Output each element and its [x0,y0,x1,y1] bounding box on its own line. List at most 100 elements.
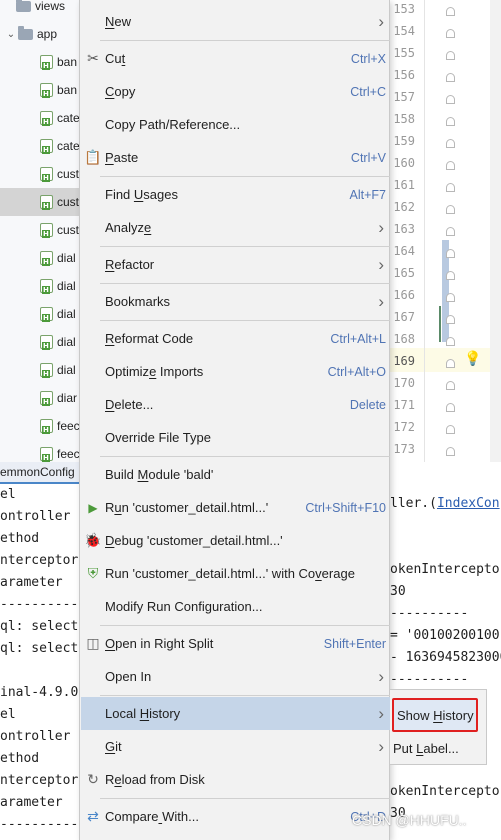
fold-marker-icon[interactable] [446,139,455,148]
tree-item[interactable]: dial [0,272,80,300]
fold-marker-icon[interactable] [446,381,455,390]
console-line: nterceptor [0,773,79,788]
clipboard-icon: 📋 [84,149,102,165]
tree-item[interactable]: views [0,0,80,20]
tree-item[interactable]: cate [0,104,80,132]
put-label-label: Put Label... [393,741,459,756]
console-line: arameter [0,575,63,590]
line-number: 160 [393,156,415,170]
console-line: ---------- [390,672,469,687]
fold-marker-icon[interactable] [446,183,455,192]
fold-marker-icon[interactable] [446,205,455,214]
fold-marker-icon[interactable] [446,447,455,456]
menu-item-copy[interactable]: Copy Ctrl+C [81,75,390,108]
tree-item[interactable]: ban [0,48,80,76]
fold-marker-icon[interactable] [446,271,455,280]
menu-item-open-in-right-split[interactable]: ◫ Open in Right Split Shift+Enter [81,627,390,660]
fold-marker-icon[interactable] [446,95,455,104]
tree-item[interactable]: cate [0,132,80,160]
tree-item[interactable]: dial [0,328,80,356]
fold-marker-icon[interactable] [446,117,455,126]
tree-item[interactable]: dial [0,356,80,384]
menu-item-find-usages[interactable]: Find Usages Alt+F7 [81,178,390,211]
tree-item[interactable]: dial [0,300,80,328]
fold-marker-icon[interactable] [446,29,455,38]
menu-item-label: Cut [105,51,126,66]
tree-item[interactable]: cust [0,188,80,216]
menu-item-reformat-code[interactable]: Reformat Code Ctrl+Alt+L [81,322,390,355]
menu-item-modify-run-configuration[interactable]: Modify Run Configuration... [81,590,390,623]
menu-item-git[interactable]: Git › [81,730,390,763]
menu-item-run-customer-detail-html-with-coverage[interactable]: ⛨ Run 'customer_detail.html...' with Cove… [81,557,390,590]
menu-item-refactor[interactable]: Refactor › [81,248,390,281]
menu-item-optimize-imports[interactable]: Optimize Imports Ctrl+Alt+O [81,355,390,388]
fold-marker-icon[interactable] [446,403,455,412]
debug-icon: 🐞 [84,532,102,548]
menu-item-compare-with[interactable]: ⇄ Compare With... Ctrl+D [81,800,390,833]
console-link[interactable]: IndexCon [437,496,500,511]
tree-item[interactable]: cust [0,216,80,244]
menu-item-analyze[interactable]: Analyze › [81,211,390,244]
fold-marker-icon[interactable] [446,425,455,434]
menu-item-reload-from-disk[interactable]: ↻ Reload from Disk [81,763,390,796]
menu-item-shortcut: Ctrl+Alt+O [327,364,386,379]
tree-item-label: diar [57,391,78,405]
menu-item-shortcut: Ctrl+C [350,84,386,99]
menu-item-override-file-type[interactable]: Override File Type [81,421,390,454]
console-line: ethod [0,531,40,546]
menu-item-cut[interactable]: ✂ Cut Ctrl+X [81,42,390,75]
menu-item-delete[interactable]: Delete... Delete [81,388,390,421]
menu-item-shortcut: Shift+Enter [323,636,386,651]
fold-marker-icon[interactable] [446,293,455,302]
compare-icon: ⇄ [87,808,99,824]
chevron-down-icon[interactable]: ⌄ [6,29,16,40]
tree-item[interactable]: ban [0,76,80,104]
html-file-icon [40,307,53,322]
menu-item-bookmarks[interactable]: Bookmarks › [81,285,390,318]
fold-marker-icon[interactable] [446,7,455,16]
coverage-icon: ⛨ [87,565,99,581]
tree-item[interactable]: cust [0,160,80,188]
menu-item-build-module-bald[interactable]: Build Module 'bald' [81,458,390,491]
lightbulb-icon[interactable]: 💡 [464,350,481,367]
menu-item-new[interactable]: New › [81,5,390,38]
tree-item[interactable]: ⌄ app [0,20,80,48]
menu-item-label: Local History [105,706,181,721]
menu-item-paste[interactable]: 📋 Paste Ctrl+V [81,141,390,174]
line-number: 166 [393,288,415,302]
menu-item-copy-path-reference[interactable]: Copy Path/Reference... [81,108,390,141]
fold-marker-icon[interactable] [446,337,455,346]
menu-item-label: Find Usages [105,187,178,202]
menu-item-run-customer-detail-html[interactable]: ▶ Run 'customer_detail.html...' Ctrl+Shift… [81,491,390,524]
menu-item-label: Override File Type [105,430,211,445]
menu-item-label: Git [105,739,122,754]
tree-item[interactable]: feec [0,412,80,440]
show-history-menu-item[interactable]: Show History [392,698,478,732]
tree-item[interactable]: feec [0,440,80,462]
html-file-icon [40,55,53,70]
line-number: 162 [393,200,415,214]
editor-scrollbar[interactable] [490,0,501,462]
html-file-icon [40,447,53,462]
tree-item[interactable]: diar [0,384,80,412]
watermark: CSDN @HHUFU.. [352,812,467,828]
console-line: ontroller [0,509,71,524]
put-label-menu-item[interactable]: Put Label... [390,732,487,765]
fold-marker-icon[interactable] [446,227,455,236]
tree-item[interactable]: dial [0,244,80,272]
fold-marker-icon[interactable] [446,249,455,258]
menu-item-open-in[interactable]: Open In › [81,660,390,693]
menu-item-debug-customer-detail-html[interactable]: 🐞 Debug 'customer_detail.html...' [81,524,390,557]
fold-marker-icon[interactable] [446,51,455,60]
chevron-right-icon: › [378,11,384,31]
console-line: = '001002001001 [390,628,501,643]
fold-marker-icon[interactable] [446,315,455,324]
console-tab[interactable]: emmonConfig [0,462,80,484]
menu-item-local-history[interactable]: Local History › [81,697,390,730]
html-file-icon [40,391,53,406]
fold-marker-icon[interactable] [446,359,455,368]
fold-marker-icon[interactable] [446,73,455,82]
fold-marker-icon[interactable] [446,161,455,170]
line-number: 172 [393,420,415,434]
line-number: 153 [393,2,415,16]
